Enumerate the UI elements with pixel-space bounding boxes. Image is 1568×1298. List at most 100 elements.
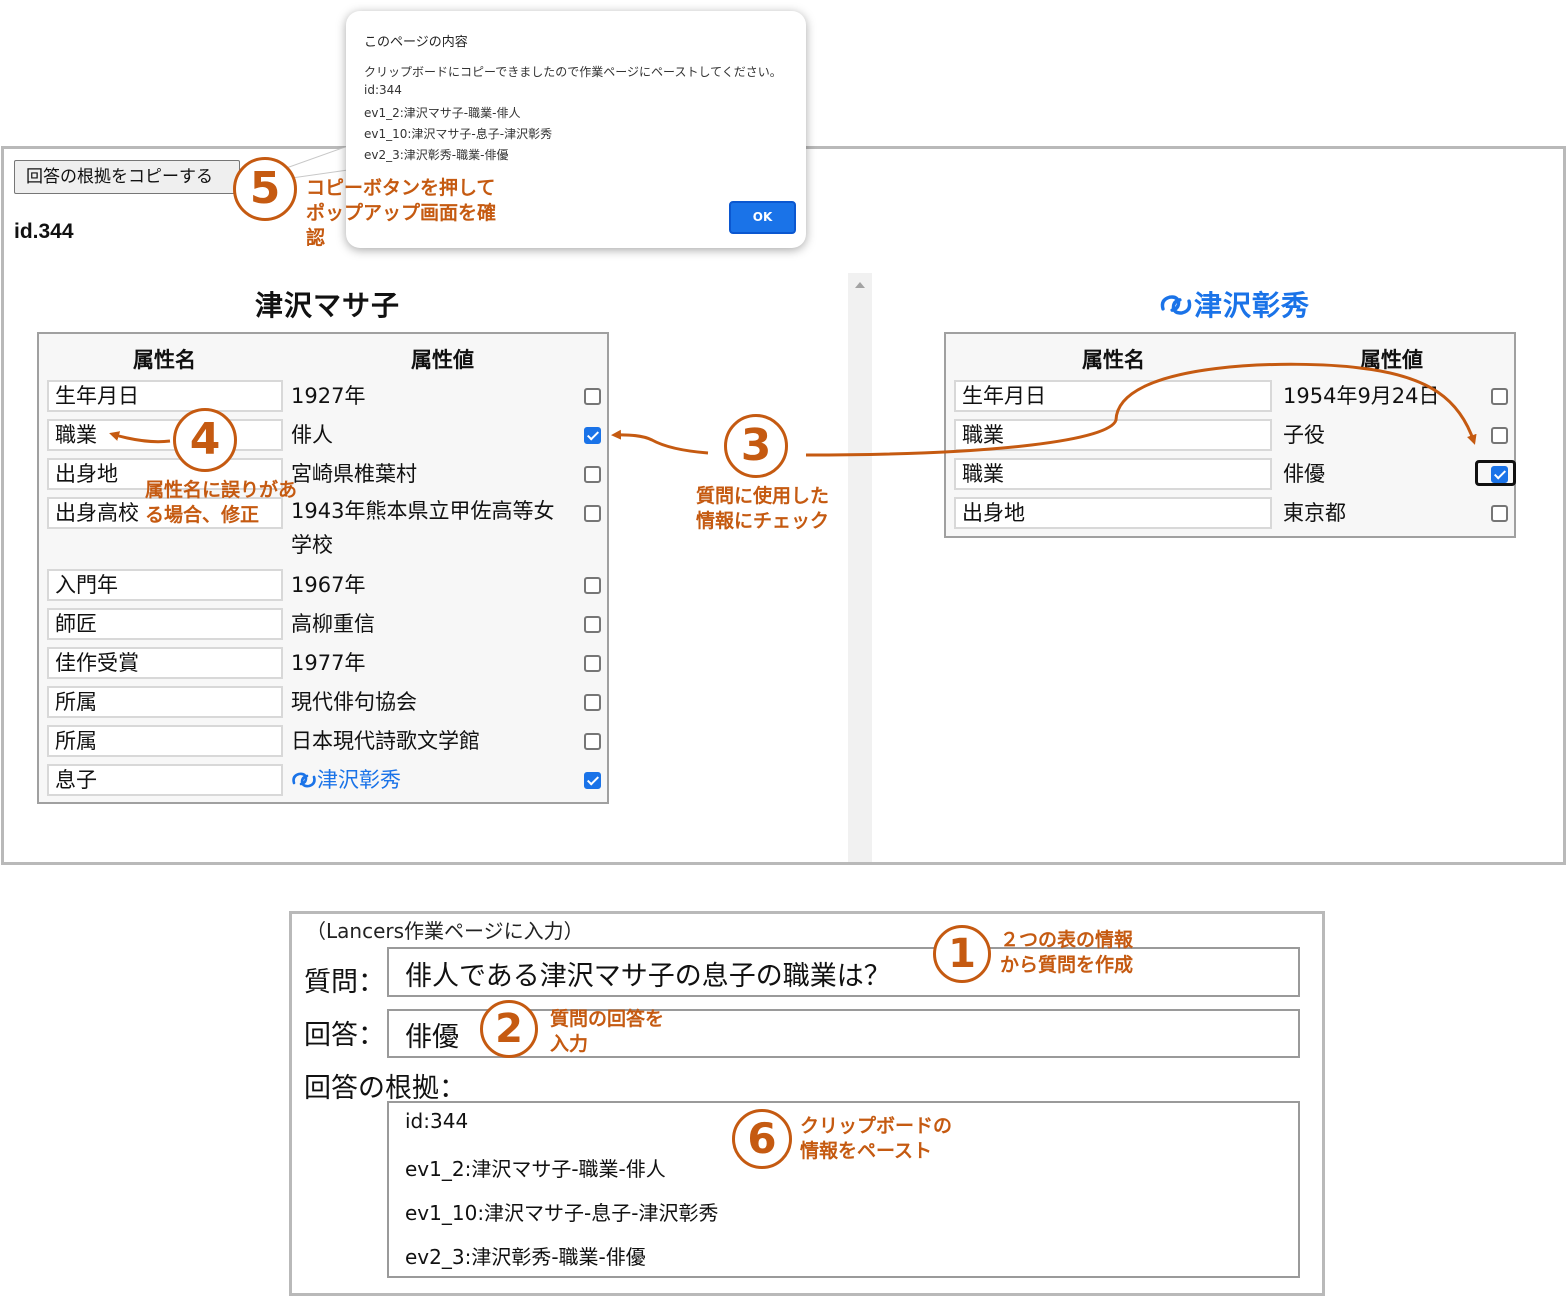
attr-value: 1977年 (291, 651, 366, 675)
table-row: 出身地 東京都 (946, 495, 1514, 531)
attr-value: 現代俳句協会 (291, 690, 417, 714)
attr-checkbox[interactable] (584, 577, 601, 594)
table-row: 師匠 高柳重信 (39, 606, 607, 642)
table-row: 職業 俳人 (39, 417, 607, 453)
entity-link[interactable]: 津沢彰秀 (291, 765, 401, 796)
attr-name-input[interactable]: 入門年 (47, 569, 283, 601)
attr-name-input[interactable]: 出身地 (954, 497, 1272, 529)
attr-checkbox[interactable] (584, 694, 601, 711)
attr-name-input[interactable]: 職業 (954, 419, 1272, 451)
answer-value: 俳優 (405, 1022, 459, 1053)
checkbox-focus-ring (1475, 460, 1516, 486)
attr-checkbox[interactable] (584, 772, 601, 789)
attr-value: 1967年 (291, 573, 366, 597)
table-row: 息子 津沢彰秀 (39, 762, 607, 798)
dialog-line: ev2_3:津沢彰秀-職業-俳優 (364, 148, 509, 162)
step-3-note: 質問に使用した 情報にチェック (696, 484, 876, 534)
scroll-up-arrow-icon[interactable] (855, 282, 865, 288)
right-attribute-table: 属性名 属性値 生年月日 1954年9月24日 職業 子役 職業 俳優 出身地 … (944, 332, 1516, 538)
step-6-note-text: クリップボードの 情報をペースト (800, 1115, 953, 1162)
table-row: 職業 子役 (946, 417, 1514, 453)
attr-name-input[interactable]: 職業 (47, 419, 283, 451)
attr-value: 高柳重信 (291, 612, 375, 636)
table-row: 生年月日 1927年 (39, 378, 607, 414)
attr-name-input[interactable]: 所属 (47, 725, 283, 757)
attr-checkbox[interactable] (584, 427, 601, 444)
step-1-note: ２つの表の情報 から質問を作成 (1000, 928, 1170, 978)
question-value: 俳人である津沢マサ子の息子の職業は？ (405, 961, 891, 992)
table-row: 所属 日本現代詩歌文学館 (39, 723, 607, 759)
link-icon (1160, 295, 1192, 315)
attr-name-input[interactable]: 所属 (47, 686, 283, 718)
evidence-line: ev1_2:津沢マサ子-職業-俳人 (405, 1157, 666, 1181)
table-row: 入門年 1967年 (39, 567, 607, 603)
attr-value: 俳優 (1283, 462, 1325, 486)
evidence-line: id:344 (405, 1109, 469, 1133)
vertical-scrollbar[interactable] (848, 273, 872, 862)
attr-checkbox[interactable] (1491, 505, 1508, 522)
step-5-badge: 5 (233, 157, 297, 221)
attr-value: 子役 (1283, 423, 1325, 447)
dialog-line: ev1_10:津沢マサ子-息子-津沢彰秀 (364, 127, 553, 141)
ok-button[interactable]: OK (729, 201, 796, 234)
step-5-note: コピーボタンを押して ポップアップ画面を確 認 (306, 176, 546, 251)
step-1-badge: 1 (933, 925, 991, 983)
question-label: 質問： (304, 967, 385, 998)
attr-checkbox[interactable] (584, 733, 601, 750)
attr-value: 俳人 (291, 423, 333, 447)
evidence-label: 回答の根拠： (304, 1073, 466, 1104)
attr-checkbox[interactable] (584, 505, 601, 522)
attr-name-input[interactable]: 生年月日 (47, 380, 283, 412)
table-row: 生年月日 1954年9月24日 (946, 378, 1514, 414)
evidence-line: ev2_3:津沢彰秀-職業-俳優 (405, 1245, 646, 1269)
dialog-message: クリップボードにコピーできましたので作業ページにペーストしてください。 (364, 65, 782, 79)
column-header-attr-name: 属性名 (133, 348, 196, 372)
step-2-badge: 2 (480, 1000, 538, 1058)
answer-label: 回答： (304, 1020, 385, 1051)
attr-value: 日本現代詩歌文学館 (291, 729, 480, 753)
column-header-attr-value: 属性値 (1360, 348, 1423, 372)
step-3-badge: 3 (724, 414, 788, 478)
left-entity-title: 津沢マサ子 (255, 289, 401, 322)
copy-evidence-button[interactable]: 回答の根拠をコピーする (14, 160, 240, 194)
attr-name-input[interactable]: 息子 (47, 764, 283, 796)
left-attribute-table: 属性名 属性値 生年月日 1927年 職業 俳人 出身地 宮崎県椎葉村 出身高校… (37, 332, 609, 804)
step-6-badge: 6 (732, 1109, 792, 1169)
attr-checkbox[interactable] (1491, 388, 1508, 405)
right-entity-title: 津沢彰秀 (1194, 289, 1311, 322)
column-header-attr-value: 属性値 (411, 348, 474, 372)
attr-name-input[interactable]: 職業 (954, 458, 1272, 490)
table-row: 所属 現代俳句協会 (39, 684, 607, 720)
link-icon (292, 772, 316, 788)
step-6-note: クリップボードの 情報をペースト (800, 1114, 990, 1164)
step-2-note: 質問の回答を 入力 (550, 1007, 700, 1057)
attr-name-input[interactable]: 佳作受賞 (47, 647, 283, 679)
table-row: 佳作受賞 1977年 (39, 645, 607, 681)
table-row: 職業 俳優 (946, 456, 1514, 492)
attr-name-input[interactable]: 師匠 (47, 608, 283, 640)
evidence-line: ev1_10:津沢マサ子-息子-津沢彰秀 (405, 1201, 719, 1225)
step-5-note-text: コピーボタンを押して ポップアップ画面を確 認 (306, 177, 497, 249)
attr-name-input[interactable]: 生年月日 (954, 380, 1272, 412)
attr-value: 1954年9月24日 (1283, 384, 1440, 408)
step-4-note: 属性名に誤りがあ る場合、修正 (145, 478, 335, 528)
attr-checkbox[interactable] (584, 616, 601, 633)
attr-checkbox[interactable] (584, 466, 601, 483)
step-3-note-text: 質問に使用した 情報にチェック (696, 485, 830, 532)
dialog-title: このページの内容 (364, 35, 468, 50)
column-header-attr-name: 属性名 (1082, 348, 1145, 372)
attr-checkbox[interactable] (584, 388, 601, 405)
right-entity-title-link[interactable]: 津沢彰秀 (1158, 284, 1310, 324)
dialog-line: ev1_2:津沢マサ子-職業-俳人 (364, 106, 521, 120)
attr-checkbox[interactable] (584, 655, 601, 672)
step-4-note-text: 属性名に誤りがあ る場合、修正 (145, 479, 298, 526)
step-1-note-text: ２つの表の情報 から質問を作成 (1000, 929, 1134, 976)
attr-checkbox[interactable] (1491, 427, 1508, 444)
form-hint: （Lancers作業ページに入力） (306, 919, 584, 943)
entity-link-label: 津沢彰秀 (317, 768, 401, 792)
attr-value: 1927年 (291, 384, 366, 408)
page-id: id.344 (14, 220, 74, 243)
step-4-badge: 4 (173, 408, 237, 472)
attr-value: 東京都 (1283, 501, 1346, 525)
dialog-line: id:344 (364, 83, 402, 97)
